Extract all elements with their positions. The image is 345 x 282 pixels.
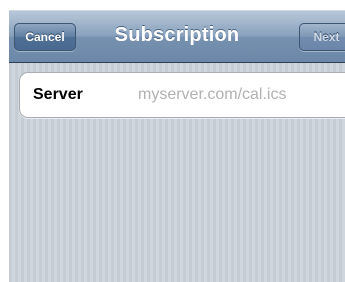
subscription-screen: Cancel Subscription Next Server (0, 0, 345, 282)
next-button[interactable]: Next (299, 23, 345, 51)
page-title: Subscription (114, 24, 240, 46)
server-field-row[interactable]: Server (19, 72, 345, 118)
server-label: Server (33, 86, 83, 103)
content-area: Server (9, 63, 345, 282)
left-edge (0, 0, 9, 282)
server-input[interactable] (138, 83, 345, 107)
navigation-bar: Cancel Subscription Next (9, 10, 345, 63)
